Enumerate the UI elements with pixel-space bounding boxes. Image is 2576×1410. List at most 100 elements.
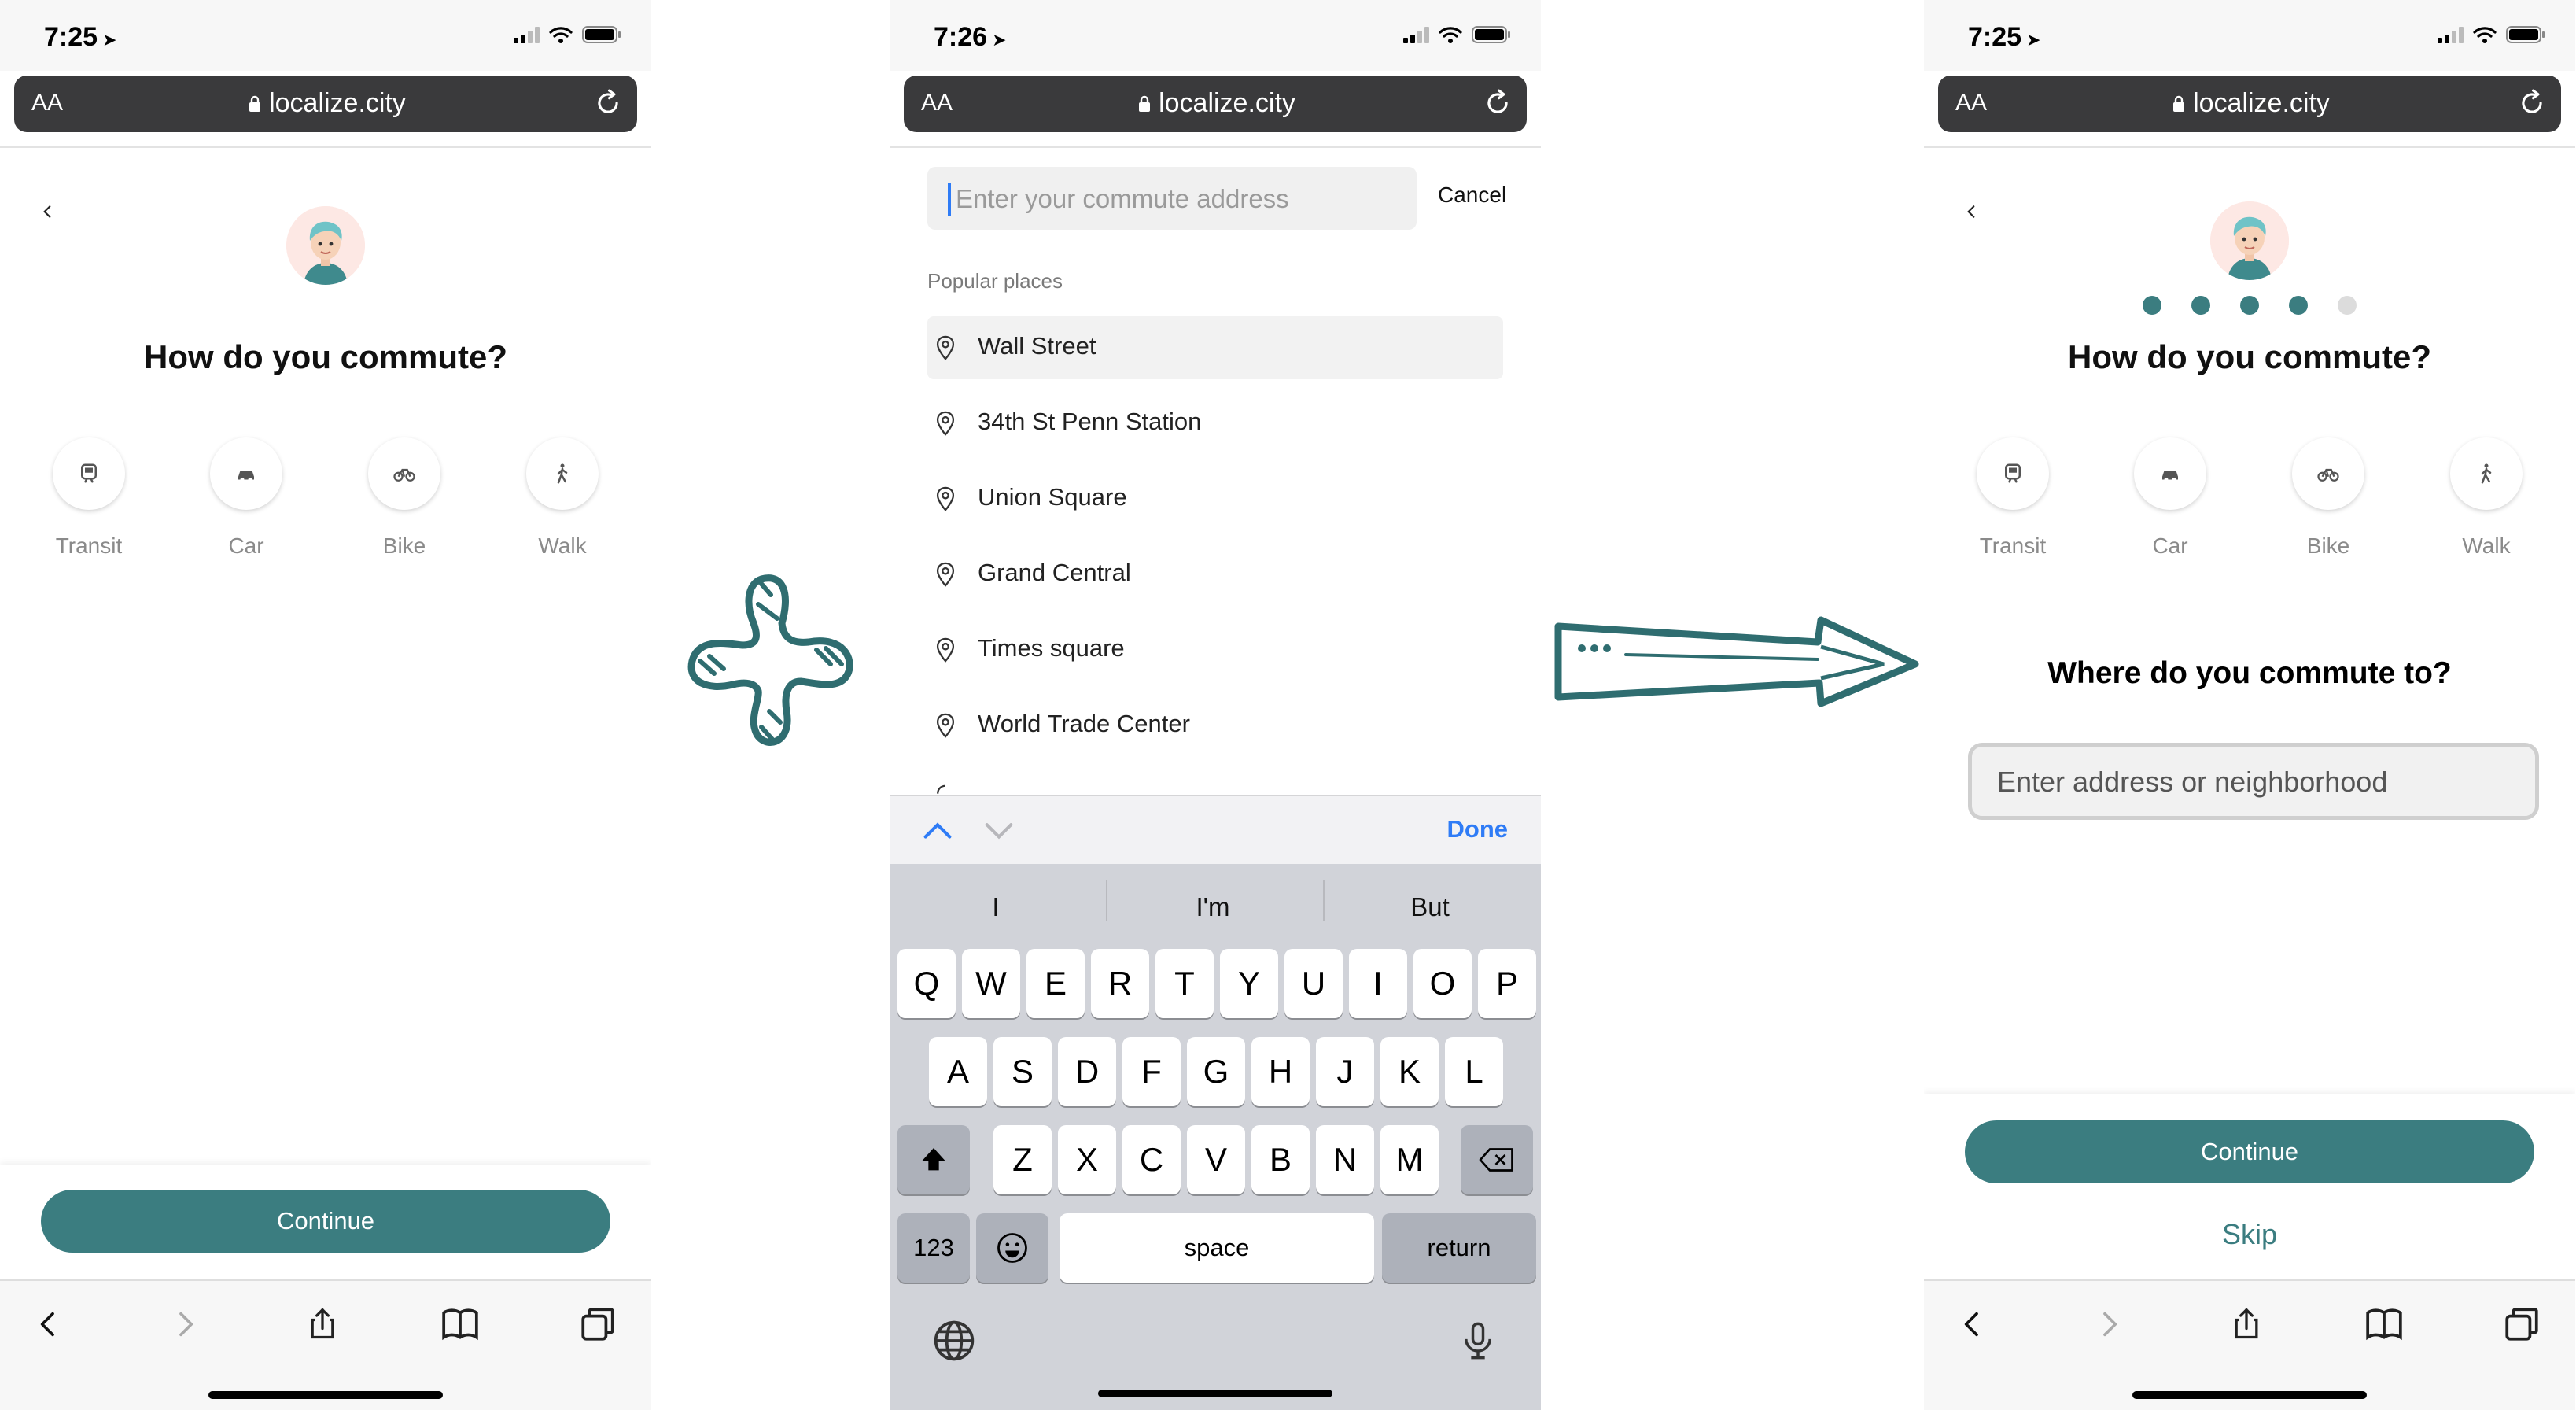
reload-icon[interactable] bbox=[1483, 88, 1513, 118]
numbers-key[interactable]: 123 bbox=[897, 1213, 970, 1283]
continue-button[interactable]: Continue bbox=[1965, 1120, 2534, 1183]
suggestion[interactable]: I bbox=[890, 892, 1102, 922]
tabs-icon[interactable] bbox=[578, 1305, 617, 1344]
return-key[interactable]: return bbox=[1382, 1213, 1536, 1283]
address-bar[interactable]: AA localize.city bbox=[1938, 76, 2561, 132]
forward-icon[interactable] bbox=[2093, 1305, 2125, 1344]
mode-car[interactable]: Car bbox=[191, 437, 301, 559]
key[interactable]: Z bbox=[993, 1125, 1052, 1194]
key[interactable]: S bbox=[993, 1037, 1052, 1106]
mode-walk[interactable]: Walk bbox=[507, 437, 617, 559]
done-button[interactable]: Done bbox=[1447, 815, 1509, 843]
key[interactable]: M bbox=[1380, 1125, 1439, 1194]
mode-transit-circle[interactable] bbox=[1977, 437, 2049, 510]
mode-bike-circle[interactable] bbox=[368, 437, 440, 510]
key[interactable]: O bbox=[1413, 949, 1472, 1018]
key[interactable]: N bbox=[1316, 1125, 1374, 1194]
reload-icon[interactable] bbox=[593, 88, 623, 118]
key[interactable]: X bbox=[1058, 1125, 1116, 1194]
emoji-key[interactable] bbox=[976, 1213, 1048, 1283]
lock-icon bbox=[245, 94, 264, 114]
address-bar[interactable]: AA localize.city bbox=[904, 76, 1527, 132]
key[interactable]: L bbox=[1445, 1037, 1503, 1106]
tabs-icon[interactable] bbox=[2502, 1305, 2541, 1344]
location-pin-icon bbox=[937, 784, 946, 794]
globe-icon[interactable] bbox=[932, 1319, 976, 1363]
status-icons bbox=[513, 25, 621, 44]
place-grand-central[interactable]: Grand Central bbox=[927, 543, 1503, 606]
key[interactable]: A bbox=[929, 1037, 987, 1106]
commute-search-box[interactable] bbox=[927, 167, 1417, 230]
delete-key[interactable] bbox=[1461, 1125, 1533, 1194]
back-arrow-icon[interactable] bbox=[1963, 200, 1979, 223]
cancel-button[interactable]: Cancel bbox=[1438, 183, 1506, 208]
key[interactable]: J bbox=[1316, 1037, 1374, 1106]
location-pin-icon bbox=[932, 332, 959, 364]
address-input[interactable] bbox=[1996, 761, 2502, 803]
key[interactable]: R bbox=[1091, 949, 1149, 1018]
mode-bike-circle[interactable] bbox=[2292, 437, 2364, 510]
previous-field-icon[interactable] bbox=[921, 817, 954, 843]
url-display[interactable]: localize.city bbox=[14, 88, 637, 119]
place-times-square[interactable]: Times square bbox=[927, 618, 1503, 681]
key[interactable]: H bbox=[1251, 1037, 1310, 1106]
bookmarks-icon[interactable] bbox=[440, 1305, 480, 1344]
place-penn-station[interactable]: 34th St Penn Station bbox=[927, 392, 1503, 455]
mode-car-circle[interactable] bbox=[2134, 437, 2206, 510]
forward-icon[interactable] bbox=[169, 1305, 201, 1344]
mode-car-circle[interactable] bbox=[210, 437, 282, 510]
mode-transit[interactable]: Transit bbox=[1958, 437, 2068, 559]
key[interactable]: F bbox=[1122, 1037, 1181, 1106]
key[interactable]: P bbox=[1478, 949, 1536, 1018]
suggestion[interactable]: But bbox=[1324, 892, 1536, 922]
share-icon[interactable] bbox=[305, 1305, 340, 1344]
key[interactable]: Y bbox=[1220, 949, 1278, 1018]
share-icon[interactable] bbox=[2229, 1305, 2264, 1344]
mode-transit[interactable]: Transit bbox=[34, 437, 144, 559]
place-wall-street[interactable]: Wall Street bbox=[927, 316, 1503, 379]
delete-icon bbox=[1478, 1146, 1516, 1174]
key[interactable]: V bbox=[1187, 1125, 1245, 1194]
shift-key[interactable] bbox=[897, 1125, 970, 1194]
mode-transit-circle[interactable] bbox=[53, 437, 125, 510]
commute-address-input[interactable] bbox=[954, 178, 1398, 220]
key[interactable]: U bbox=[1284, 949, 1343, 1018]
place-world-trade-center[interactable]: World Trade Center bbox=[927, 694, 1503, 757]
key[interactable]: K bbox=[1380, 1037, 1439, 1106]
bookmarks-icon[interactable] bbox=[2364, 1305, 2404, 1344]
key[interactable]: I bbox=[1349, 949, 1407, 1018]
back-arrow-icon[interactable] bbox=[39, 200, 55, 223]
key[interactable]: G bbox=[1187, 1037, 1245, 1106]
skip-button[interactable]: Skip bbox=[1924, 1218, 2575, 1251]
key[interactable]: B bbox=[1251, 1125, 1310, 1194]
url-display[interactable]: localize.city bbox=[1938, 88, 2561, 119]
key[interactable]: W bbox=[962, 949, 1020, 1018]
key[interactable]: T bbox=[1155, 949, 1214, 1018]
reload-icon[interactable] bbox=[2517, 88, 2547, 118]
key[interactable]: Q bbox=[897, 949, 956, 1018]
section-label: Popular places bbox=[927, 269, 1063, 293]
mode-bike[interactable]: Bike bbox=[349, 437, 459, 559]
mode-walk[interactable]: Walk bbox=[2431, 437, 2541, 559]
mode-car[interactable]: Car bbox=[2115, 437, 2225, 559]
key[interactable]: E bbox=[1026, 949, 1085, 1018]
address-field[interactable] bbox=[1968, 743, 2539, 820]
back-icon[interactable] bbox=[1957, 1305, 1988, 1344]
mode-bike[interactable]: Bike bbox=[2273, 437, 2383, 559]
space-key[interactable]: space bbox=[1060, 1213, 1374, 1283]
address-bar[interactable]: AA localize.city bbox=[14, 76, 637, 132]
back-icon[interactable] bbox=[33, 1305, 64, 1344]
url-display[interactable]: localize.city bbox=[904, 88, 1527, 119]
mode-walk-circle[interactable] bbox=[526, 437, 599, 510]
key[interactable]: C bbox=[1122, 1125, 1181, 1194]
next-field-icon[interactable] bbox=[982, 817, 1015, 843]
mode-walk-circle[interactable] bbox=[2450, 437, 2523, 510]
suggestion[interactable]: I'm bbox=[1107, 892, 1319, 922]
wifi-icon bbox=[1439, 25, 1462, 44]
microphone-icon[interactable] bbox=[1458, 1317, 1498, 1364]
continue-button[interactable]: Continue bbox=[41, 1190, 610, 1253]
train-icon bbox=[77, 462, 101, 485]
progress-dot bbox=[2240, 296, 2259, 315]
key[interactable]: D bbox=[1058, 1037, 1116, 1106]
place-union-square[interactable]: Union Square bbox=[927, 467, 1503, 530]
